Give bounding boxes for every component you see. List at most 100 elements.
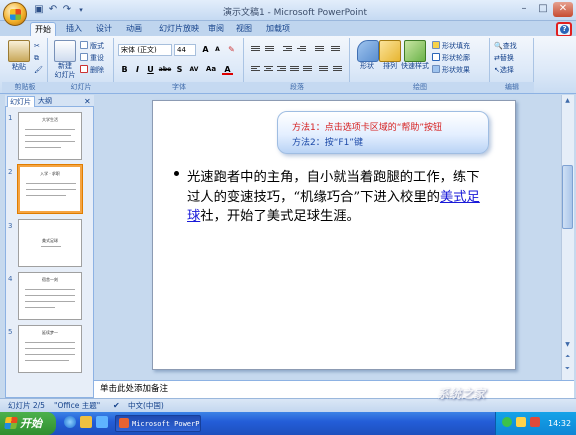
tab-home[interactable]: 开始 <box>30 22 56 36</box>
distribute-icon[interactable] <box>302 65 313 74</box>
status-slide-count: 幻灯片 2/5 <box>8 401 45 410</box>
minimize-icon[interactable]: – <box>515 2 533 17</box>
new-slide-label-2[interactable]: 幻灯片 <box>50 71 80 80</box>
undo-icon[interactable]: ↶ <box>47 4 59 16</box>
grow-font-button[interactable]: A <box>200 44 211 55</box>
shape-outline-button[interactable]: 形状轮廓 <box>432 53 470 63</box>
copy-icon[interactable]: ⧉ <box>34 53 39 63</box>
save-icon[interactable]: ▣ <box>33 4 45 16</box>
close-icon[interactable]: ✕ <box>553 2 573 17</box>
strikethrough-button[interactable]: abe <box>158 64 172 75</box>
network-icon[interactable] <box>502 417 512 427</box>
shape-effects-icon <box>432 65 440 73</box>
group-label-slides: 幻灯片 <box>48 82 114 93</box>
tab-addins[interactable]: 加载项 <box>262 22 294 36</box>
next-slide-icon[interactable]: ⏷ <box>562 364 573 374</box>
shadow-button[interactable]: S <box>174 64 185 75</box>
arrange-icon[interactable] <box>379 40 401 62</box>
thumb-title: 宿舍一刻 <box>42 277 58 282</box>
align-center-icon[interactable] <box>263 65 274 74</box>
layout-button[interactable]: 版式 <box>80 41 104 51</box>
align-left-icon[interactable] <box>250 65 261 74</box>
align-right-icon[interactable] <box>276 65 287 74</box>
slide-thumbnail-1[interactable]: 大学生活 <box>18 112 82 160</box>
clock[interactable]: 14:32 <box>548 412 571 435</box>
tab-insert[interactable]: 插入 <box>62 22 86 36</box>
new-slide-label[interactable]: 新建 <box>50 62 80 71</box>
tab-design[interactable]: 设计 <box>92 22 116 36</box>
shape-effects-button[interactable]: 形状效果 <box>432 65 470 75</box>
vertical-scrollbar[interactable] <box>561 95 574 380</box>
font-name-select[interactable]: 宋体 (正文) <box>118 44 172 56</box>
bold-button[interactable]: B <box>119 64 130 75</box>
help-button[interactable]: ? <box>556 22 572 37</box>
char-spacing-button[interactable]: AV <box>187 64 201 75</box>
tab-slideshow[interactable]: 幻灯片放映 <box>154 22 204 36</box>
italic-button[interactable]: I <box>132 64 143 75</box>
office-button[interactable] <box>3 2 27 26</box>
font-size-select[interactable]: 44 <box>174 44 196 56</box>
slide-thumbnail-4[interactable]: 宿舍一刻 <box>18 272 82 320</box>
font-color-button[interactable]: A <box>222 64 233 75</box>
scrollbar-thumb[interactable] <box>562 165 573 229</box>
shape-fill-button[interactable]: 形状填充 <box>432 41 470 51</box>
shape-fill-label: 形状填充 <box>442 42 470 50</box>
decrease-indent-icon[interactable] <box>282 45 293 54</box>
numbering-icon[interactable] <box>264 45 275 54</box>
help-icon: ? <box>560 25 569 34</box>
tab-review[interactable]: 审阅 <box>204 22 228 36</box>
office-logo-icon <box>10 9 21 20</box>
shrink-font-button[interactable]: A <box>212 44 223 55</box>
thumb-number: 1 <box>8 114 13 122</box>
tab-animation[interactable]: 动画 <box>122 22 146 36</box>
maximize-icon[interactable]: □ <box>534 2 552 17</box>
new-slide-icon[interactable] <box>54 40 76 62</box>
align-text-icon[interactable] <box>332 65 343 74</box>
slide-thumbnail-2[interactable]: 入学 · 求职 <box>18 165 82 213</box>
volume-icon[interactable] <box>516 417 526 427</box>
quick-styles-label[interactable]: 快速样式 <box>398 62 432 71</box>
format-painter-icon[interactable]: 🖌 <box>34 65 43 75</box>
notes-pane[interactable]: 单击此处添加备注 <box>94 380 574 398</box>
tab-outline[interactable]: 大纲 <box>38 96 60 107</box>
quick-styles-icon[interactable] <box>404 40 426 62</box>
cut-icon[interactable]: ✂ <box>34 41 40 51</box>
ie-icon[interactable] <box>64 416 76 428</box>
scroll-down-icon[interactable]: ▼ <box>562 340 573 350</box>
thumb-title: 美式足球 <box>42 238 58 243</box>
delete-button[interactable]: 删除 <box>80 65 104 75</box>
underline-button[interactable]: U <box>145 64 156 75</box>
slide-thumbnail-5[interactable]: 延续梦一 <box>18 325 82 373</box>
find-button[interactable]: 🔍查找 <box>494 41 517 51</box>
paste-icon[interactable] <box>8 40 30 62</box>
justify-icon[interactable] <box>289 65 300 74</box>
slide-thumbnail-3[interactable]: 美式足球 <box>18 219 82 267</box>
clear-format-icon[interactable]: ✎ <box>226 44 237 55</box>
customize-icon[interactable]: ▾ <box>75 4 87 16</box>
text-direction-icon[interactable] <box>330 45 341 54</box>
spell-check-icon[interactable]: ✔ <box>113 399 120 412</box>
tab-slides[interactable]: 幻灯片 <box>7 96 35 107</box>
replace-button[interactable]: ⇄替换 <box>494 53 514 63</box>
bullets-icon[interactable] <box>250 45 261 54</box>
reset-button[interactable]: 重设 <box>80 53 104 63</box>
line-spacing-icon[interactable] <box>314 45 325 54</box>
previous-slide-icon[interactable]: ⏶ <box>562 352 573 362</box>
increase-indent-icon[interactable] <box>296 45 307 54</box>
folder-icon[interactable] <box>80 416 92 428</box>
close-panel-icon[interactable]: ✕ <box>84 96 91 107</box>
antivirus-icon[interactable] <box>530 417 540 427</box>
columns-icon[interactable] <box>318 65 329 74</box>
find-icon: 🔍 <box>494 42 503 50</box>
thumb-title: 大学生活 <box>42 117 58 122</box>
slide-body-text[interactable]: 光速跑者中的主角，自小就当着跑腿的工作，练下过人的变速技巧，“机缘巧合”下进入校… <box>172 168 484 227</box>
redo-icon[interactable]: ↷ <box>61 4 73 16</box>
desktop-icon[interactable] <box>96 416 108 428</box>
scroll-up-icon[interactable]: ▲ <box>562 96 573 106</box>
shapes-icon[interactable] <box>357 40 379 62</box>
callout-method1-text: 点击选项卡区域的“帮助”按钮 <box>324 123 443 133</box>
paste-button-label[interactable]: 粘贴 <box>5 63 33 72</box>
select-button[interactable]: ↖选择 <box>494 65 514 75</box>
tab-view[interactable]: 视图 <box>232 22 256 36</box>
change-case-button[interactable]: Aa <box>204 64 218 75</box>
